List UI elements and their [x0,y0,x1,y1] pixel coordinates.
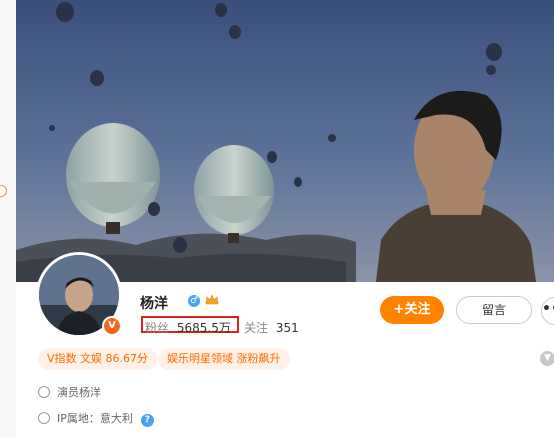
profile-name: 杨洋 [140,296,168,312]
following-label: 关注 [244,321,269,335]
message-button[interactable]: 留言 [456,296,532,324]
domain-rank-tag[interactable]: 娱乐明星领域 涨粉飙升 [158,348,290,370]
more-options-button[interactable]: ••• [541,297,554,325]
left-panel-edge [0,0,16,437]
following-count[interactable]: 关注 351 [244,319,299,336]
bio-row: 演员杨洋 [38,384,101,400]
male-icon: ♂ [188,295,200,307]
following-value: 351 [275,321,299,335]
v-index-tag[interactable]: V指数 文娱 86.67分 [38,348,158,370]
follow-button[interactable]: +关注 [380,296,444,324]
bio-text: 演员杨洋 [57,386,101,399]
shield-icon [38,386,50,398]
help-icon[interactable]: ? [140,414,154,427]
profile-banner-image [16,0,554,282]
ip-location-row: IP属地：意大利? [38,410,154,427]
fans-count[interactable]: 粉丝 5685.5万 [145,319,231,336]
fans-label: 粉丝 [145,321,170,335]
verified-badge-icon: V [102,316,122,336]
profile-card: V 杨洋 ♂ 粉丝 5685.5万 关注 351 +关注 留言 ••• V指数 … [16,0,554,437]
location-icon [38,412,50,424]
expand-chevron-icon[interactable]: ▼ [540,351,554,366]
crown-icon [205,294,219,305]
fans-value: 5685.5万 [176,321,231,335]
side-marker-icon [0,185,7,197]
ip-location-text: IP属地：意大利 [57,412,133,425]
